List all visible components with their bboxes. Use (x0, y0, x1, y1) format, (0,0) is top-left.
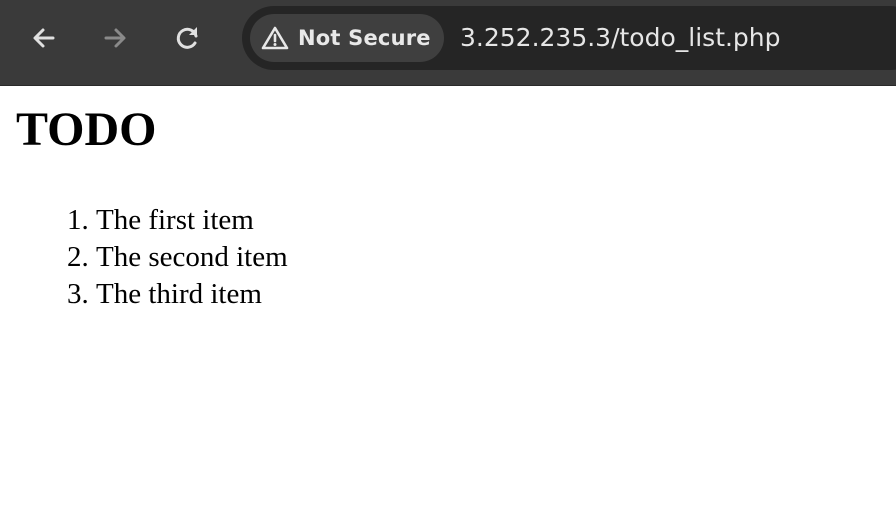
back-button[interactable] (26, 20, 62, 56)
todo-list: The first item The second item The third… (16, 202, 880, 313)
browser-toolbar: Not Secure 3.252.235.3/todo_list.php (0, 0, 896, 86)
reload-button[interactable] (170, 20, 206, 56)
list-item: The second item (96, 239, 880, 276)
list-item: The third item (96, 276, 880, 313)
url-text[interactable]: 3.252.235.3/todo_list.php (460, 20, 781, 56)
security-indicator-button[interactable]: Not Secure (250, 14, 444, 62)
security-label: Not Secure (298, 26, 431, 50)
forward-button[interactable] (97, 20, 133, 56)
arrow-right-icon (101, 24, 129, 52)
page-title: TODO (16, 103, 157, 156)
page-content: TODO The first item The second item The … (16, 86, 880, 313)
warning-triangle-icon (260, 23, 290, 53)
reload-icon (174, 24, 202, 52)
list-item: The first item (96, 202, 880, 239)
arrow-left-icon (30, 24, 58, 52)
